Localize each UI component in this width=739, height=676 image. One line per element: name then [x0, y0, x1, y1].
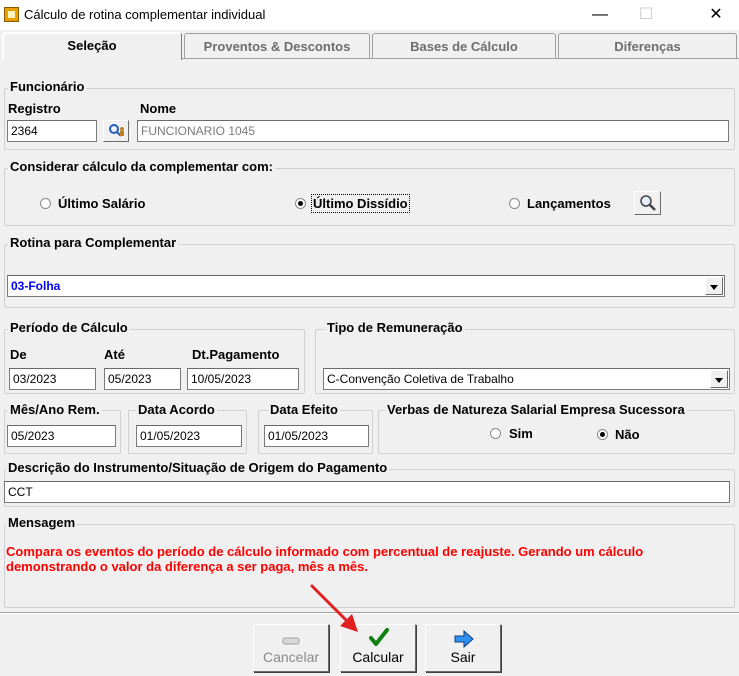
annotation-arrow: [310, 584, 358, 632]
close-button[interactable]: ✕: [693, 0, 739, 30]
exit-arrow-icon: [454, 629, 474, 649]
ultimo-salario-label: Último Salário: [58, 196, 146, 211]
radio-lancamentos[interactable]: [509, 198, 520, 209]
checkmark-icon: [369, 628, 389, 646]
mensagem-line-2: demonstrando o valor da diferença a ser …: [6, 559, 368, 574]
search-employee-button[interactable]: [103, 120, 129, 142]
registro-input[interactable]: 2364: [7, 120, 97, 142]
rotina-value: 03-Folha: [11, 279, 61, 293]
minimize-button[interactable]: —: [577, 0, 623, 30]
cancelar-label: Cancelar: [262, 649, 320, 665]
search-person-icon: [109, 124, 124, 137]
mes-ano-rem-input[interactable]: 05/2023: [7, 425, 116, 447]
considerar-group-title: Considerar cálculo da complementar com:: [8, 159, 275, 174]
magnifier-icon: [640, 195, 656, 211]
app-icon: [4, 7, 19, 22]
data-acordo-input[interactable]: 01/05/2023: [136, 425, 242, 447]
funcionario-group-title: Funcionário: [8, 79, 87, 94]
de-label: De: [10, 347, 27, 362]
tipo-remuneracao-group-title: Tipo de Remuneração: [325, 320, 465, 335]
cancel-icon: [282, 637, 300, 645]
radio-ultimo-salario[interactable]: [40, 198, 51, 209]
verbas-sim-label: Sim: [509, 426, 533, 441]
data-acordo-label: Data Acordo: [136, 402, 217, 417]
rotina-dropdown-button[interactable]: [705, 277, 723, 295]
ate-label: Até: [104, 347, 125, 362]
tipo-remuneracao-select[interactable]: C-Convenção Coletiva de Trabalho: [323, 368, 730, 390]
tipo-remuneracao-dropdown-button[interactable]: [710, 370, 728, 388]
nome-input: FUNCIONARIO 1045: [137, 120, 729, 142]
radio-verbas-sim[interactable]: [490, 428, 501, 439]
rotina-select[interactable]: 03-Folha: [7, 275, 725, 297]
periodo-ate-input[interactable]: 05/2023: [104, 368, 181, 390]
verbas-group-title: Verbas de Natureza Salarial Empresa Suce…: [385, 402, 687, 417]
periodo-de-input[interactable]: 03/2023: [9, 368, 96, 390]
mensagem-group-title: Mensagem: [6, 515, 78, 530]
descricao-group-title: Descrição do Instrumento/Situação de Ori…: [6, 460, 390, 475]
registro-label: Registro: [8, 101, 61, 116]
data-efeito-input[interactable]: 01/05/2023: [264, 425, 369, 447]
dt-pagamento-input[interactable]: 10/05/2023: [187, 368, 299, 390]
tab-strip: Seleção Proventos & Descontos Bases de C…: [0, 32, 739, 60]
rotina-group-title: Rotina para Complementar: [8, 235, 179, 250]
lancamentos-label: Lançamentos: [527, 196, 611, 211]
tab-proventos-descontos[interactable]: Proventos & Descontos: [184, 33, 370, 59]
tab-bases-calculo[interactable]: Bases de Cálculo: [372, 33, 556, 59]
calcular-label: Calcular: [352, 649, 404, 665]
data-efeito-label: Data Efeito: [268, 402, 340, 417]
descricao-input[interactable]: CCT: [4, 481, 730, 503]
ultimo-dissidio-label: Último Dissídio: [311, 194, 410, 213]
radio-ultimo-dissidio[interactable]: [295, 198, 306, 209]
radio-verbas-nao[interactable]: [597, 429, 608, 440]
mensagem-line-1: Compara os eventos do período de cálculo…: [6, 544, 644, 559]
lancamentos-search-button[interactable]: [634, 191, 661, 215]
maximize-button[interactable]: ☐: [623, 0, 669, 30]
sair-label: Sair: [450, 649, 476, 665]
window-title: Cálculo de rotina complementar individua…: [24, 7, 266, 22]
verbas-nao-label: Não: [615, 427, 640, 442]
nome-label: Nome: [140, 101, 177, 116]
tab-diferencas[interactable]: Diferenças: [558, 33, 737, 59]
sair-button[interactable]: Sair: [425, 624, 501, 672]
tab-selecao[interactable]: Seleção: [2, 32, 182, 60]
periodo-group-title: Período de Cálculo: [8, 320, 130, 335]
dt-pagamento-label: Dt.Pagamento: [192, 347, 280, 362]
title-bar: Cálculo de rotina complementar individua…: [0, 0, 739, 30]
tab-panel-border: [182, 58, 739, 59]
mes-ano-rem-label: Mês/Ano Rem.: [8, 402, 102, 417]
